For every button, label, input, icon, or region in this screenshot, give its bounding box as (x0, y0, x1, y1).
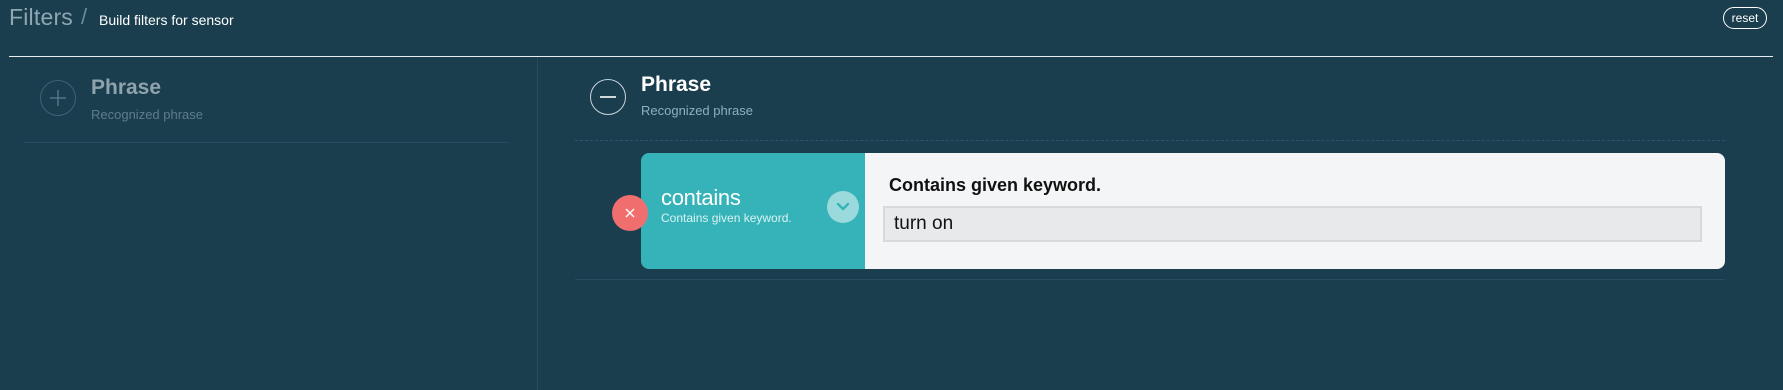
plus-icon (50, 90, 66, 106)
column-divider (537, 57, 538, 390)
operator-description: Contains given keyword. (661, 211, 792, 225)
value-panel: Contains given keyword. (865, 153, 1725, 269)
page-subtitle: Build filters for sensor (99, 12, 234, 28)
available-filter-description: Recognized phrase (91, 107, 204, 122)
rule-card: contains Contains given keyword. Contain… (641, 153, 1725, 269)
page-header: Filters / Build filters for sensor (9, 0, 1773, 57)
operator-name: contains (661, 185, 741, 210)
operator-panel: contains Contains given keyword. (641, 153, 865, 269)
close-icon (625, 208, 635, 218)
remove-rule-button[interactable] (612, 195, 648, 231)
value-title: Contains given keyword. (889, 175, 1102, 195)
breadcrumb-separator: / (81, 4, 88, 29)
active-filter-description: Recognized phrase (641, 103, 754, 118)
minus-icon (600, 96, 616, 98)
active-filter-name: Phrase (641, 73, 712, 96)
page-title: Filters (9, 4, 74, 30)
operator-dropdown-toggle[interactable] (827, 191, 859, 223)
add-filter-button[interactable] (40, 80, 76, 116)
chevron-down-icon (836, 202, 850, 211)
keyword-input[interactable] (883, 206, 1702, 242)
remove-filter-button[interactable] (590, 79, 626, 115)
filter-rules: contains Contains given keyword. Contain… (575, 141, 1725, 280)
reset-button[interactable]: reset (1723, 7, 1767, 29)
available-filter-name: Phrase (91, 76, 162, 99)
available-filter-item: Phrase Recognized phrase (24, 64, 509, 143)
active-filter-header: Phrase Recognized phrase (575, 62, 1725, 141)
